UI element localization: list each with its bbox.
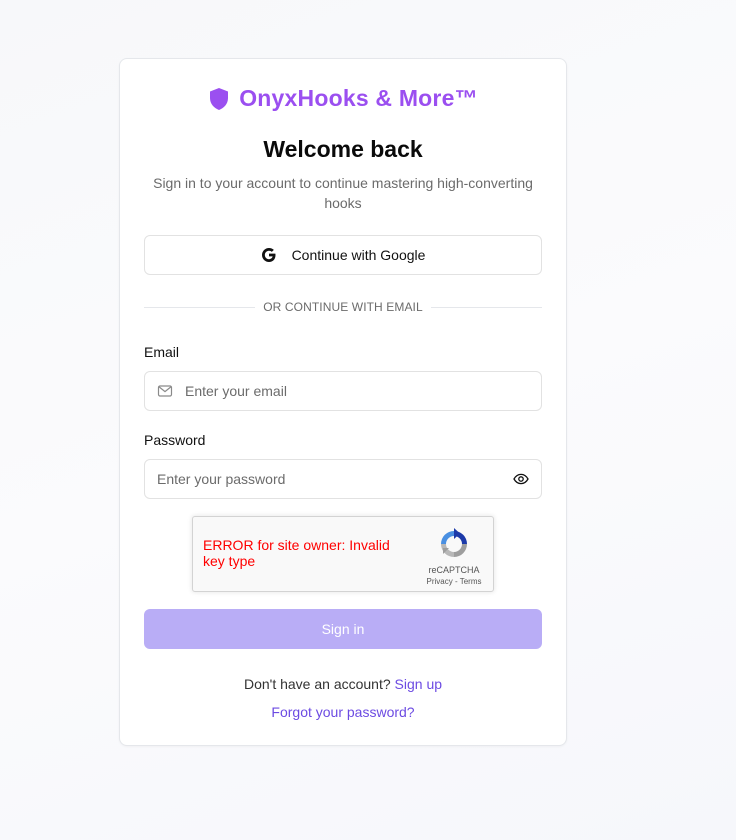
recaptcha-logo-icon [437, 527, 471, 561]
google-button-label: Continue with Google [291, 247, 426, 263]
forgot-password-link[interactable]: Forgot your password? [271, 704, 414, 720]
google-signin-button[interactable]: Continue with Google [144, 235, 542, 275]
sign-up-link[interactable]: Sign up [395, 676, 442, 692]
google-icon [261, 247, 277, 263]
recaptcha-error: ERROR for site owner: Invalid key type [203, 537, 390, 569]
forgot-password-line: Forgot your password? [120, 704, 566, 720]
brand-name: OnyxHooks & More™ [239, 85, 478, 111]
email-input[interactable] [185, 372, 541, 410]
divider-line-left [144, 306, 256, 308]
page-subtitle: Sign in to your account to continue mast… [153, 175, 533, 211]
recaptcha-privacy-terms-links[interactable]: Privacy - Terms [413, 577, 495, 586]
eye-icon[interactable] [513, 471, 529, 487]
recaptcha-brand: reCAPTCHA [428, 565, 480, 575]
password-input[interactable] [145, 460, 513, 498]
shield-icon [208, 87, 230, 111]
sign-in-button[interactable]: Sign in [144, 609, 542, 649]
password-field[interactable] [144, 459, 542, 499]
brand-header: OnyxHooks & More™ [120, 85, 566, 112]
signup-prompt-line: Don't have an account? Sign up [120, 676, 566, 692]
signup-prompt-text: Don't have an account? [243, 676, 391, 692]
email-field[interactable] [144, 371, 542, 411]
page-title: Welcome back [263, 136, 423, 162]
mail-icon [157, 383, 173, 399]
email-label: Email [144, 344, 180, 360]
login-card: OnyxHooks & More™ Welcome back Sign in t… [119, 58, 567, 746]
password-label: Password [144, 432, 206, 448]
divider-text: OR CONTINUE WITH EMAIL [263, 300, 423, 314]
divider-line-right [430, 306, 543, 308]
divider: OR CONTINUE WITH EMAIL [144, 298, 543, 316]
recaptcha-widget[interactable]: ERROR for site owner: Invalid key type r… [192, 516, 494, 592]
